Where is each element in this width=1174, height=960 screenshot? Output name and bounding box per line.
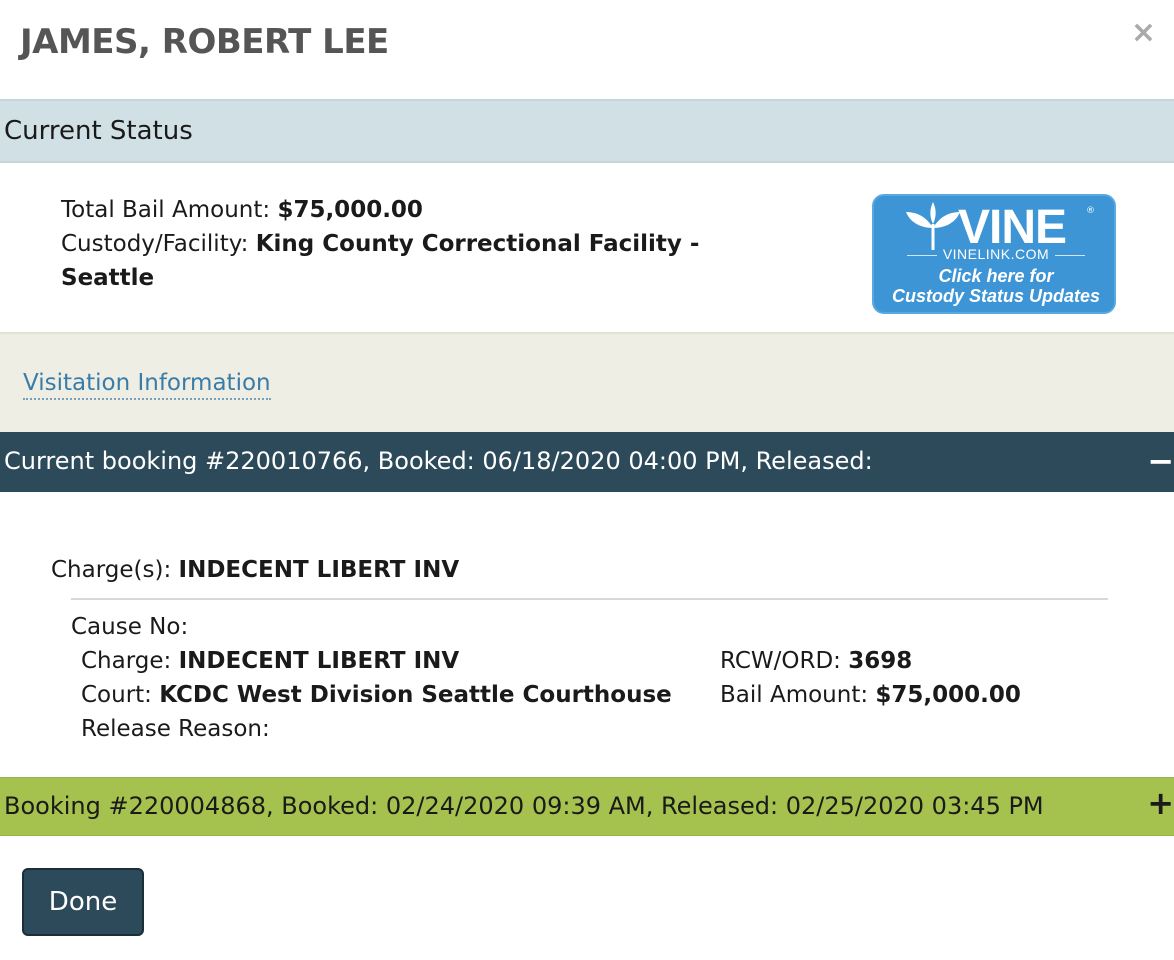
charges-label: Charge(s): (51, 557, 172, 583)
court-label: Court: (81, 682, 152, 708)
court-row: Court: KCDC West Division Seattle Courth… (81, 678, 672, 712)
court-value: KCDC West Division Seattle Courthouse (159, 682, 672, 708)
facility-label: Custody/Facility: (61, 231, 249, 257)
bail-amount-label: Bail Amount: (720, 682, 869, 708)
facility-value-line2: Seattle (61, 265, 155, 291)
past-booking-header[interactable]: Booking #220004868, Booked: 02/24/2020 0… (0, 777, 1174, 836)
charges-panel: Charge(s): INDECENT LIBERT INV Cause No:… (0, 492, 1174, 777)
page-title: JAMES, ROBERT LEE (20, 22, 389, 62)
bail-section: Total Bail Amount: $75,000.00 Custody/Fa… (0, 163, 1174, 334)
rcw-value: 3698 (848, 648, 913, 674)
done-button[interactable]: Done (22, 868, 144, 936)
vine-cta-line1: Click here for (938, 266, 1054, 286)
cause-no-row: Cause No: (71, 610, 188, 644)
current-booking-title: Current booking #220010766, Booked: 06/1… (4, 447, 873, 475)
release-reason-row: Release Reason: (81, 712, 270, 746)
current-status-heading: Current Status (4, 116, 193, 146)
vine-custody-button[interactable]: VINE ® VINELINK.COM Click here for Custo… (872, 194, 1116, 314)
charges-title: Charge(s): INDECENT LIBERT INV (51, 557, 459, 583)
facility-row: Custody/Facility: King County Correction… (61, 227, 699, 261)
release-reason-label: Release Reason: (81, 716, 270, 742)
close-icon[interactable]: × (1131, 18, 1156, 48)
charge-value: INDECENT LIBERT INV (178, 648, 460, 674)
expand-icon[interactable]: + (1147, 784, 1174, 822)
cause-no-label: Cause No: (71, 614, 189, 640)
charges-value: INDECENT LIBERT INV (178, 557, 460, 583)
visitation-link[interactable]: Visitation Information (23, 370, 271, 400)
facility-value-line1: King County Correctional Facility - (255, 231, 700, 257)
bail-amount-value: $75,000.00 (875, 682, 1021, 708)
facility-row-cont: Seattle (61, 261, 154, 295)
visitation-section: Visitation Information (0, 334, 1174, 432)
rcw-label: RCW/ORD: (720, 648, 841, 674)
total-bail-row: Total Bail Amount: $75,000.00 (61, 193, 423, 227)
charge-row: Charge: INDECENT LIBERT INV (81, 644, 459, 678)
rcw-row: RCW/ORD: 3698 (720, 644, 912, 678)
total-bail-label: Total Bail Amount: (61, 197, 271, 223)
charges-divider (71, 598, 1108, 600)
total-bail-value: $75,000.00 (277, 197, 423, 223)
vine-logo: VINE ® (874, 200, 1114, 254)
current-status-bar: Current Status (0, 99, 1174, 163)
past-booking-title: Booking #220004868, Booked: 02/24/2020 0… (4, 792, 1044, 820)
vine-site: VINELINK.COM (874, 246, 1114, 262)
vine-cta: Click here for Custody Status Updates (874, 266, 1114, 306)
vine-cta-line2: Custody Status Updates (891, 286, 1101, 306)
collapse-icon[interactable]: − (1147, 442, 1174, 480)
vine-registered: ® (1086, 206, 1095, 216)
charge-label: Charge: (81, 648, 172, 674)
bail-amount-row: Bail Amount: $75,000.00 (720, 678, 1021, 712)
current-booking-header[interactable]: Current booking #220010766, Booked: 06/1… (0, 432, 1174, 492)
